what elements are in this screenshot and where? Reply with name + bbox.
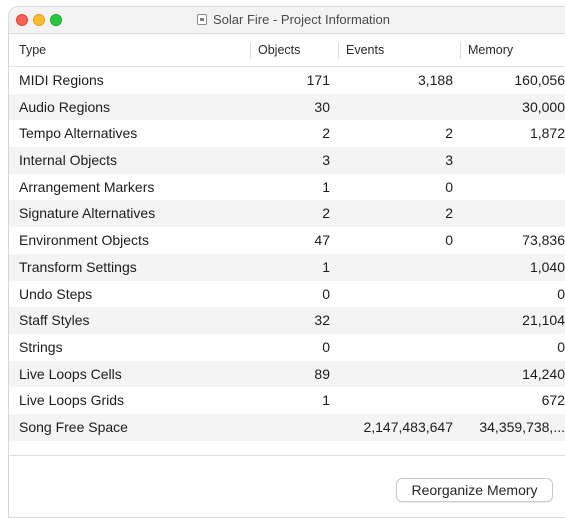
table-row[interactable]: Arrangement Markers 1 0 bbox=[9, 174, 565, 201]
table-row[interactable]: Song Free Space 2,147,483,647 34,359,738… bbox=[9, 413, 565, 441]
cell-memory: 672 bbox=[541, 392, 565, 409]
table-row[interactable]: Staff Styles 32 21,104 bbox=[9, 307, 565, 334]
minimize-window-button[interactable] bbox=[33, 14, 45, 26]
column-header-memory[interactable]: Memory bbox=[468, 34, 513, 66]
table-row[interactable]: Internal Objects 3 3 bbox=[9, 147, 565, 174]
table-row[interactable]: Strings 0 0 bbox=[9, 334, 565, 361]
table-header: Type Objects Events Memory bbox=[9, 34, 565, 67]
cell-memory: 1,872 bbox=[529, 125, 565, 142]
reorganize-memory-button[interactable]: Reorganize Memory bbox=[396, 478, 553, 502]
cell-memory bbox=[9, 174, 565, 201]
zoom-window-button[interactable] bbox=[50, 14, 62, 26]
window-title: Solar Fire - Project Information bbox=[197, 12, 390, 27]
column-divider bbox=[460, 42, 461, 59]
table-row[interactable]: Environment Objects 47 0 73,836 bbox=[9, 227, 565, 254]
column-header-events[interactable]: Events bbox=[346, 34, 384, 66]
cell-memory: 160,056 bbox=[514, 72, 565, 88]
cell-memory: 14,240 bbox=[522, 365, 565, 382]
document-icon bbox=[197, 14, 207, 25]
cell-memory bbox=[9, 147, 565, 174]
cell-memory: 73,836 bbox=[522, 232, 565, 249]
table-row[interactable]: MIDI Regions 171 3,188 160,056 bbox=[9, 67, 565, 94]
info-table: MIDI Regions 171 3,188 160,056 Audio Reg… bbox=[9, 67, 565, 441]
cell-memory: 1,040 bbox=[529, 258, 565, 275]
title-bar: Solar Fire - Project Information bbox=[9, 7, 565, 34]
cell-memory bbox=[9, 200, 565, 227]
column-header-objects[interactable]: Objects bbox=[258, 34, 300, 66]
table-row[interactable]: Live Loops Cells 89 14,240 bbox=[9, 360, 565, 388]
table-row[interactable]: Tempo Alternatives 2 2 1,872 bbox=[9, 120, 565, 147]
table-row[interactable]: Live Loops Grids 1 672 bbox=[9, 387, 565, 414]
footer-bar: Reorganize Memory bbox=[9, 455, 565, 517]
table-row[interactable]: Signature Alternatives 2 2 bbox=[9, 200, 565, 228]
column-header-type[interactable]: Type bbox=[19, 34, 46, 66]
cell-memory: 21,104 bbox=[522, 312, 565, 329]
table-row[interactable]: Audio Regions 30 30,000 bbox=[9, 93, 565, 121]
cell-memory: 0 bbox=[557, 285, 565, 302]
cell-memory: 34,359,738,... bbox=[479, 418, 565, 435]
window-title-text: Solar Fire - Project Information bbox=[213, 12, 391, 27]
cell-memory: 0 bbox=[557, 338, 565, 355]
column-divider bbox=[250, 42, 251, 59]
column-divider bbox=[338, 42, 339, 59]
table-row[interactable]: Transform Settings 1 1,040 bbox=[9, 253, 565, 281]
table-row[interactable]: Undo Steps 0 0 bbox=[9, 281, 565, 308]
cell-memory: 30,000 bbox=[522, 98, 565, 115]
close-window-button[interactable] bbox=[16, 14, 28, 26]
project-information-window: Solar Fire - Project Information Type Ob… bbox=[8, 6, 565, 518]
